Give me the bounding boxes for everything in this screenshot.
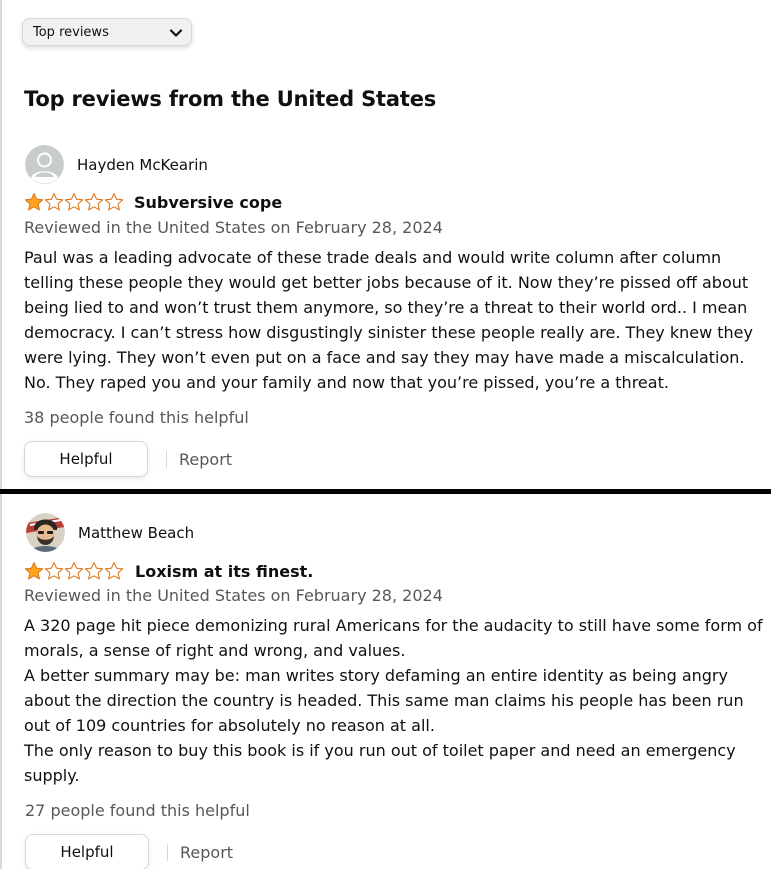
helpful-button[interactable]: Helpful	[25, 834, 149, 869]
review-title[interactable]: Subversive cope	[134, 193, 282, 212]
review-date: Reviewed in the United States on Februar…	[24, 218, 443, 237]
default-avatar-icon	[25, 145, 64, 184]
review-paragraph: Paul was a leading advocate of these tra…	[24, 248, 753, 392]
star-icon	[84, 193, 104, 211]
sort-dropdown-label: Top reviews	[33, 24, 109, 40]
left-border	[0, 0, 2, 490]
helpful-count: 27 people found this helpful	[25, 801, 250, 820]
star-rating	[24, 192, 124, 212]
chevron-down-icon	[169, 29, 183, 37]
review-paragraph: A 320 page hit piece demonizing rural Am…	[24, 616, 763, 660]
star-icon	[24, 562, 44, 580]
star-icon	[104, 562, 124, 580]
sort-dropdown[interactable]: Top reviews	[22, 18, 192, 46]
star-icon	[64, 193, 84, 211]
star-icon	[44, 193, 64, 211]
review-title[interactable]: Loxism at its finest.	[135, 562, 313, 581]
left-border	[0, 494, 2, 869]
report-link[interactable]: Report	[179, 450, 232, 469]
review-author[interactable]: Hayden McKearin	[77, 156, 208, 174]
review-date: Reviewed in the United States on Februar…	[24, 586, 443, 605]
section-divider	[0, 489, 771, 494]
helpful-button[interactable]: Helpful	[24, 441, 148, 477]
review-body: Paul was a leading advocate of these tra…	[24, 245, 764, 395]
star-rating	[24, 561, 124, 581]
review-author[interactable]: Matthew Beach	[78, 524, 194, 542]
review-body: A 320 page hit piece demonizing rural Am…	[24, 613, 764, 788]
review-paragraph: A better summary may be: man writes stor…	[24, 666, 744, 735]
review-paragraph: The only reason to buy this book is if y…	[24, 741, 736, 785]
report-link[interactable]: Report	[180, 843, 233, 862]
star-icon	[84, 562, 104, 580]
star-icon	[44, 562, 64, 580]
separator	[166, 451, 167, 468]
star-icon	[24, 193, 44, 211]
section-title: Top reviews from the United States	[24, 87, 437, 111]
profile-avatar-icon	[26, 513, 65, 552]
star-icon	[64, 562, 84, 580]
reviews-page: Top reviews Top reviews from the United …	[0, 0, 771, 869]
helpful-count: 38 people found this helpful	[24, 408, 249, 427]
separator	[167, 844, 168, 861]
star-icon	[104, 193, 124, 211]
